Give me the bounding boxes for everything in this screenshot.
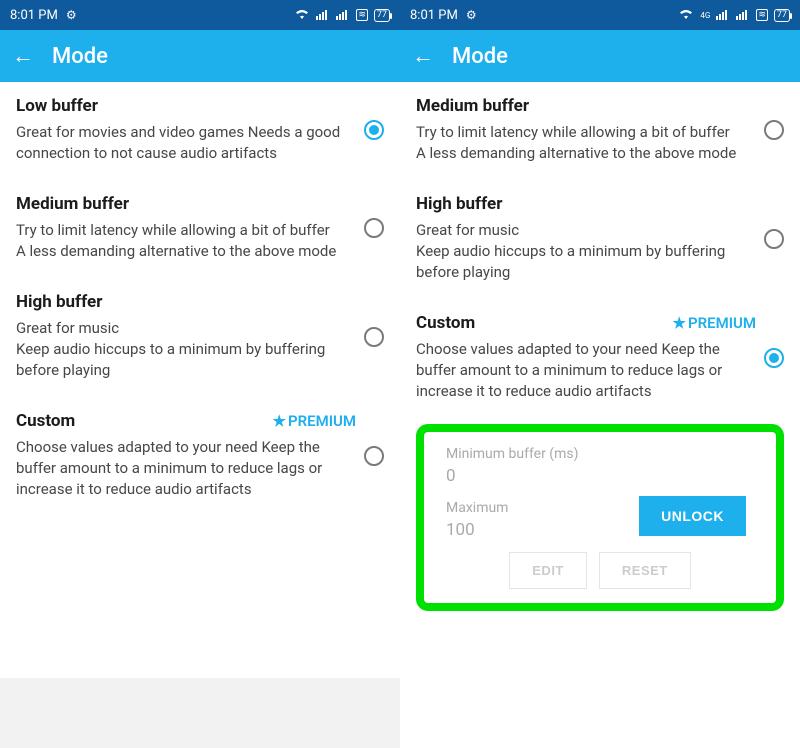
options-list: Low buffer Great for movies and video ga… bbox=[0, 82, 400, 516]
min-buffer-value: 0 bbox=[446, 466, 754, 486]
gear-icon: ⚙ bbox=[466, 8, 477, 22]
premium-label: PREMIUM bbox=[288, 412, 356, 430]
page-title: Mode bbox=[452, 44, 508, 69]
status-bar: 8:01 PM ⚙ 4G ≋ 77 bbox=[400, 0, 800, 30]
option-desc: Try to limit latency while allowing a bi… bbox=[416, 122, 756, 164]
option-title: Custom bbox=[416, 313, 475, 333]
net-4g-icon: 4G bbox=[700, 11, 710, 20]
option-high-buffer[interactable]: High buffer Great for music Keep audio h… bbox=[400, 180, 800, 299]
radio-high-buffer[interactable] bbox=[764, 229, 784, 249]
min-buffer-label: Minimum buffer (ms) bbox=[446, 446, 754, 462]
footer-placeholder bbox=[0, 678, 400, 748]
option-desc: Great for movies and video games Needs a… bbox=[16, 122, 356, 164]
option-custom[interactable]: Custom ★ PREMIUM Choose values adapted t… bbox=[0, 397, 400, 516]
option-title: Low buffer bbox=[16, 96, 98, 116]
option-title: Custom bbox=[16, 411, 75, 431]
option-custom[interactable]: Custom ★ PREMIUM Choose values adapted t… bbox=[400, 299, 800, 418]
premium-badge: ★ PREMIUM bbox=[673, 314, 756, 332]
screen-left: 8:01 PM ⚙ ≋ 77 ← Mode Low buffer bbox=[0, 0, 400, 748]
wifi-icon bbox=[294, 8, 310, 23]
option-desc: Great for music Keep audio hiccups to a … bbox=[16, 318, 356, 381]
option-desc: Great for music Keep audio hiccups to a … bbox=[416, 220, 756, 283]
battery-icon: 77 bbox=[774, 9, 790, 22]
option-desc: Choose values adapted to your need Keep … bbox=[16, 437, 356, 500]
radio-custom[interactable] bbox=[764, 348, 784, 368]
option-medium-buffer[interactable]: Medium buffer Try to limit latency while… bbox=[0, 180, 400, 278]
reset-button[interactable]: RESET bbox=[599, 552, 691, 589]
signal-icon-2 bbox=[736, 8, 750, 23]
custom-settings-card: Minimum buffer (ms) 0 Maximum 100 UNLOCK… bbox=[416, 424, 784, 611]
gear-icon: ⚙ bbox=[66, 8, 77, 22]
back-arrow-icon[interactable]: ← bbox=[412, 43, 434, 69]
status-bar: 8:01 PM ⚙ ≋ 77 bbox=[0, 0, 400, 30]
back-arrow-icon[interactable]: ← bbox=[12, 43, 34, 69]
battery-icon: 77 bbox=[374, 9, 390, 22]
radio-high-buffer[interactable] bbox=[364, 327, 384, 347]
star-icon: ★ bbox=[673, 314, 686, 332]
signal-icon bbox=[716, 8, 730, 23]
option-title: High buffer bbox=[16, 292, 102, 312]
radio-medium-buffer[interactable] bbox=[764, 120, 784, 140]
option-high-buffer[interactable]: High buffer Great for music Keep audio h… bbox=[0, 278, 400, 397]
options-list: Medium buffer Try to limit latency while… bbox=[400, 82, 800, 418]
radio-medium-buffer[interactable] bbox=[364, 218, 384, 238]
option-medium-buffer[interactable]: Medium buffer Try to limit latency while… bbox=[400, 82, 800, 180]
signal-icon bbox=[316, 8, 330, 23]
edit-button[interactable]: EDIT bbox=[509, 552, 587, 589]
page-title: Mode bbox=[52, 44, 108, 69]
radio-custom[interactable] bbox=[364, 446, 384, 466]
status-time: 8:01 PM bbox=[410, 8, 458, 23]
screen-right: 8:01 PM ⚙ 4G ≋ 77 ← Mode Medium bu bbox=[400, 0, 800, 748]
option-title: Medium buffer bbox=[16, 194, 129, 214]
volte-icon: ≋ bbox=[756, 9, 768, 21]
option-title: High buffer bbox=[416, 194, 502, 214]
star-icon: ★ bbox=[273, 412, 286, 430]
option-title: Medium buffer bbox=[416, 96, 529, 116]
option-desc: Try to limit latency while allowing a bi… bbox=[16, 220, 356, 262]
app-bar: ← Mode bbox=[400, 30, 800, 82]
option-desc: Choose values adapted to your need Keep … bbox=[416, 339, 756, 402]
option-low-buffer[interactable]: Low buffer Great for movies and video ga… bbox=[0, 82, 400, 180]
unlock-button[interactable]: UNLOCK bbox=[639, 496, 746, 536]
volte-icon: ≋ bbox=[356, 9, 368, 21]
wifi-icon bbox=[678, 8, 694, 23]
premium-badge: ★ PREMIUM bbox=[273, 412, 356, 430]
premium-label: PREMIUM bbox=[688, 314, 756, 332]
app-bar: ← Mode bbox=[0, 30, 400, 82]
radio-low-buffer[interactable] bbox=[364, 120, 384, 140]
signal-icon-2 bbox=[336, 8, 350, 23]
status-time: 8:01 PM bbox=[10, 8, 58, 23]
